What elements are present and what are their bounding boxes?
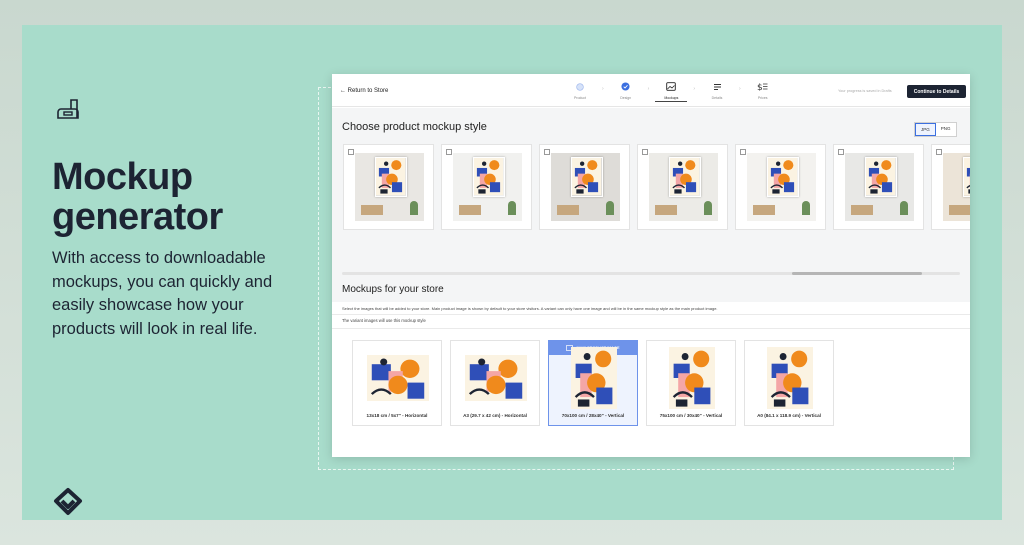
info-icon	[575, 81, 586, 92]
size-variant-label: A3 (29.7 x 42 cm) - Horizontal	[463, 413, 527, 418]
mockup-style-card[interactable]	[833, 144, 924, 230]
mockup-room-image	[453, 153, 522, 221]
size-variant-card[interactable]: A0 (84.1 x 118.9 cm) - Vertical	[744, 340, 834, 426]
divider	[332, 314, 970, 315]
brand-logo-icon	[54, 488, 82, 515]
mockup-room-image	[747, 153, 816, 221]
mockup-style-checkbox[interactable]	[740, 149, 746, 155]
format-toggle: JPG PNG	[914, 122, 957, 137]
horizontal-scrollbar[interactable]	[342, 272, 960, 275]
app-body: Choose product mockup style JPG PNG Mock…	[332, 108, 970, 457]
mockup-style-card[interactable]	[735, 144, 826, 230]
size-variant-card[interactable]: A3 (29.7 x 42 cm) - Horizontal	[450, 340, 540, 426]
printer-icon	[57, 99, 79, 119]
size-variant-card[interactable]: 13x18 cm / 5x7" - Horizontal	[352, 340, 442, 426]
mockup-room-image	[551, 153, 620, 221]
chevron-right-icon: ›	[693, 86, 696, 92]
divider	[332, 328, 970, 329]
variant-info-text: The variant images will use this mockup …	[342, 318, 426, 323]
step-mockups[interactable]: Mockups	[655, 81, 688, 102]
chevron-right-icon: ›	[739, 86, 741, 92]
step-label: Design	[620, 96, 632, 100]
size-variant-label: A0 (84.1 x 118.9 cm) - Vertical	[757, 413, 821, 418]
page-title: Mockup generator	[52, 156, 223, 238]
chevron-right-icon: ›	[602, 86, 604, 92]
mockup-style-card[interactable]	[539, 144, 630, 230]
poster-preview-image	[669, 347, 715, 414]
mockup-room-image	[649, 153, 718, 221]
scrollbar-thumb[interactable]	[792, 272, 922, 275]
mockup-style-card[interactable]	[343, 144, 434, 230]
poster-preview-image	[367, 355, 429, 406]
store-mockups-heading: Mockups for your store	[342, 284, 444, 295]
step-label: Details	[711, 96, 723, 100]
poster-preview-image	[571, 347, 617, 414]
mockup-style-checkbox[interactable]	[348, 149, 354, 155]
mockup-style-heading: Choose product mockup style	[342, 121, 487, 133]
mockup-style-list	[343, 144, 970, 230]
poster-preview-image	[767, 347, 813, 414]
mockup-style-card[interactable]	[441, 144, 532, 230]
app-window: ← Return to Store Product › Design › Moc…	[332, 74, 970, 457]
format-option-png[interactable]: PNG	[936, 123, 956, 136]
step-label: Prices	[757, 96, 768, 100]
size-variant-label: 13x18 cm / 5x7" - Horizontal	[366, 413, 428, 418]
svg-text:$: $	[757, 83, 763, 91]
mockup-style-checkbox[interactable]	[838, 149, 844, 155]
step-prices[interactable]: $ Prices	[747, 81, 779, 100]
step-label: Mockups	[664, 96, 679, 100]
step-label: Product	[573, 96, 587, 100]
hero-card: Mockup generator With access to download…	[22, 25, 1002, 520]
mockup-style-card[interactable]	[931, 144, 970, 230]
size-variant-list: 13x18 cm / 5x7" - Horizontal A3 (29.7 x 4…	[352, 340, 834, 426]
poster-preview-image	[465, 355, 527, 406]
step-design[interactable]: Design	[610, 81, 642, 100]
mockup-style-checkbox[interactable]	[936, 149, 942, 155]
progress-note: Your progress is saved in Drafts	[838, 89, 892, 93]
image-icon	[666, 81, 677, 92]
mockup-room-image	[355, 153, 424, 221]
size-variant-label: 75x100 cm / 30x40" - Vertical	[659, 413, 723, 418]
stepper: Product › Design › Mockups › Details › $…	[564, 81, 779, 102]
mockup-style-checkbox[interactable]	[544, 149, 550, 155]
mockup-style-card[interactable]	[637, 144, 728, 230]
continue-button[interactable]: Continue to Details	[907, 85, 966, 98]
app-topbar: ← Return to Store Product › Design › Moc…	[332, 74, 970, 107]
format-option-jpg[interactable]: JPG	[915, 123, 936, 136]
return-to-store-link[interactable]: ← Return to Store	[340, 88, 388, 94]
step-product[interactable]: Product	[564, 81, 596, 100]
size-variant-card[interactable]: 75x100 cm / 30x40" - Vertical	[646, 340, 736, 426]
mockup-style-checkbox[interactable]	[446, 149, 452, 155]
step-details[interactable]: Details	[701, 81, 733, 100]
store-mockups-panel: Select the images that will be added to …	[332, 302, 970, 457]
size-variant-label: 70x100 cm / 28x40" - Vertical	[561, 413, 625, 418]
size-variant-card[interactable]: MAIN PRODUCT IMAGE70x100 cm / 28x40" - V…	[548, 340, 638, 426]
chevron-right-icon: ›	[647, 86, 650, 92]
mockup-room-image	[845, 153, 914, 221]
mockup-style-checkbox[interactable]	[642, 149, 648, 155]
check-icon	[620, 81, 631, 92]
dollar-list-icon: $	[757, 81, 768, 92]
store-info-text: Select the images that will be added to …	[342, 306, 718, 311]
mockup-room-image	[943, 153, 970, 221]
hero-description: With access to downloadable mockups, you…	[52, 249, 273, 338]
lines-icon	[712, 81, 723, 92]
